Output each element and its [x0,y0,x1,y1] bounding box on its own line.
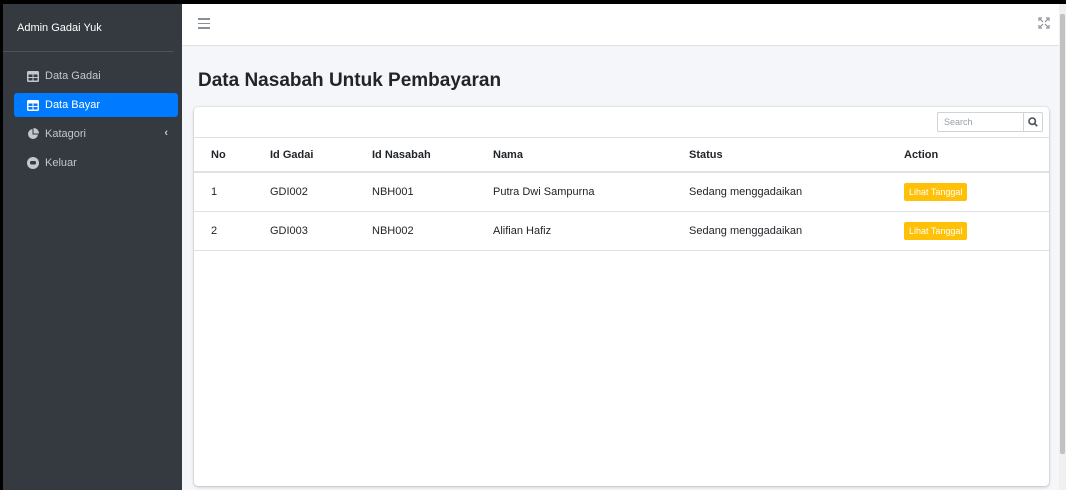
main-content: Data Nasabah Untuk Pembayaran No Id Gada… [182,46,1066,490]
app-window: Admin Gadai Yuk Data Gadai Data Bayar Ka… [3,4,1066,490]
cell-status: Sedang menggadaikan [672,211,887,251]
lihat-tanggal-button[interactable]: Lihat Tanggal [904,221,968,240]
top-navbar [182,4,1066,46]
sidebar-item-label: Katagori [45,128,86,140]
column-header-nama: Nama [476,138,672,173]
lihat-tanggal-button[interactable]: Lihat Tanggal [904,182,968,201]
sidebar-nav: Data Gadai Data Bayar Katagori ‹ Keluar [3,52,182,175]
table-icon [27,70,39,82]
expand-icon[interactable] [1038,17,1050,29]
cell-action: Lihat Tanggal [887,211,1049,251]
chart-pie-icon [27,128,39,140]
cell-nama: Alifian Hafiz [476,211,672,251]
column-header-id-nasabah: Id Nasabah [355,138,476,173]
user-astronaut-icon [27,157,39,169]
search-icon [1028,117,1038,127]
cell-id-gadai: GDI003 [253,211,355,251]
sidebar-item-katagori[interactable]: Katagori ‹ [14,122,178,146]
sidebar-item-label: Data Bayar [45,99,101,111]
sidebar-item-keluar[interactable]: Keluar [14,151,178,175]
cell-id-nasabah: NBH002 [355,211,476,251]
search-group [937,112,1043,132]
cell-id-gadai: GDI002 [253,172,355,212]
column-header-no: No [194,138,253,173]
column-header-action: Action [887,138,1049,173]
brand-link[interactable]: Admin Gadai Yuk [3,4,174,52]
sidebar-item-label: Keluar [45,157,77,169]
cell-action: Lihat Tanggal [887,172,1049,212]
column-header-status: Status [672,138,887,173]
table-row: 1 GDI002 NBH001 Putra Dwi Sampurna Sedan… [194,172,1049,212]
cell-no: 1 [194,172,253,212]
sidebar-item-data-bayar[interactable]: Data Bayar [14,93,178,117]
data-card: No Id Gadai Id Nasabah Nama Status Actio… [194,107,1049,486]
table-row: 2 GDI003 NBH002 Alifian Hafiz Sedang men… [194,211,1049,251]
sidebar-item-label: Data Gadai [45,70,101,82]
table-icon [27,99,39,111]
cell-no: 2 [194,211,253,251]
scrollbar-thumb[interactable] [1060,14,1065,454]
search-button[interactable] [1023,112,1043,132]
data-table: No Id Gadai Id Nasabah Nama Status Actio… [194,138,1049,251]
sidebar: Admin Gadai Yuk Data Gadai Data Bayar Ka… [3,4,182,490]
cell-status: Sedang menggadaikan [672,172,887,212]
chevron-left-icon: ‹ [164,127,168,139]
hamburger-icon[interactable] [198,18,210,29]
column-header-id-gadai: Id Gadai [253,138,355,173]
sidebar-item-data-gadai[interactable]: Data Gadai [14,64,178,88]
search-input[interactable] [937,112,1023,132]
cell-id-nasabah: NBH001 [355,172,476,212]
table-header-row: No Id Gadai Id Nasabah Nama Status Actio… [194,138,1049,173]
cell-nama: Putra Dwi Sampurna [476,172,672,212]
page-title: Data Nasabah Untuk Pembayaran [198,70,502,91]
card-header [194,107,1049,138]
vertical-scrollbar[interactable] [1059,4,1066,490]
